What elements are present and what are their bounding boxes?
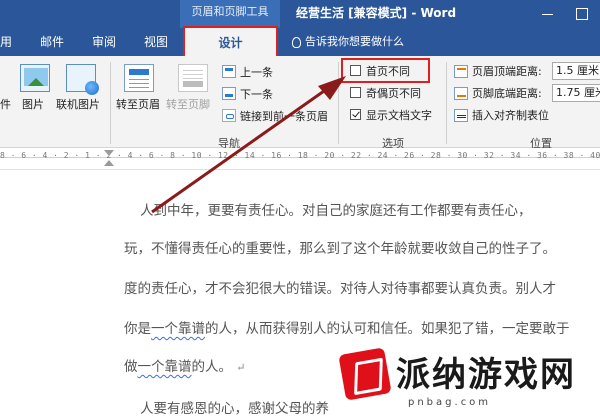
online-picture-icon[interactable] [66, 64, 99, 95]
tell-me-search[interactable]: 告诉我你想要做什么 [292, 28, 404, 56]
header-distance-input[interactable]: 1.5 厘米 [552, 62, 600, 80]
link-to-previous-button[interactable]: 链接到前一条页眉 [240, 108, 328, 124]
picture-icon[interactable] [20, 64, 50, 92]
watermark-url: pnbag.com [408, 397, 492, 408]
first-page-highlight-annotation [341, 58, 430, 83]
ruler-marks: 8 · 6 · 4 · 2 · 1 · 2 · 4 · 6 · 8 · 10 ·… [0, 151, 600, 160]
next-section-icon[interactable] [222, 87, 236, 100]
align-tab-icon[interactable] [454, 109, 468, 122]
odd-even-different-checkbox[interactable] [350, 87, 361, 98]
document-line: 人到中年，更要有责任心。对自己的家庭还有工作都要有责任心， [140, 203, 532, 219]
line-segment: 做 [124, 359, 138, 375]
line-segment: 的人。 [191, 359, 233, 375]
goto-header-icon[interactable] [124, 64, 154, 92]
paragraph-mark-icon: ↵ [236, 361, 246, 374]
header-distance-label: 页眉顶端距离: [472, 65, 542, 78]
spelling-flagged-text: 一个靠谱 [137, 359, 192, 375]
previous-section-icon[interactable] [222, 65, 236, 78]
spelling-flagged-text: 一个靠谱 [151, 321, 205, 337]
document-line: 人要有感恩的心，感谢父母的养 [140, 401, 329, 417]
document-line: 做一个靠谱的人。 ↵ [124, 355, 246, 375]
goto-footer-button: 转至页脚 [166, 98, 210, 111]
lightbulb-icon [292, 36, 301, 48]
tab-view[interactable]: 视图 [144, 28, 168, 56]
goto-footer-icon [178, 64, 208, 92]
document-title: 经营生活 [兼容模式] - Word [296, 6, 457, 20]
tab-mailings[interactable]: 邮件 [40, 28, 64, 56]
odd-even-different-label[interactable]: 奇偶页不同 [366, 85, 421, 101]
line-segment: 你是 [124, 321, 151, 337]
tab-design[interactable]: 设计 [183, 26, 278, 58]
picture-button[interactable]: 图片 [22, 96, 44, 112]
insert-alignment-tab-button[interactable]: 插入对齐制表位 [472, 107, 549, 123]
goto-header-button[interactable]: 转至页眉 [116, 96, 160, 112]
indent-marker-icon[interactable] [104, 150, 114, 170]
show-document-text-label[interactable]: 显示文档文字 [366, 107, 432, 123]
minimize-icon[interactable] [530, 0, 564, 28]
document-line: 玩，不懂得责任心的重要性，那么到了这个年龄就要收敛自己的性子了。 [124, 241, 556, 257]
tab-start[interactable]: 用 [0, 28, 12, 56]
group-separator [110, 62, 111, 144]
tell-me-label: 告诉我你想要做什么 [305, 35, 404, 48]
document-line: 你是一个靠谱的人，从而获得别人的认可和信任。如果犯了错，一定要敢于 [124, 317, 570, 337]
tab-review[interactable]: 审阅 [92, 28, 116, 56]
document-line: 度的责任心，才不会犯很大的错误。对待人对待事都要认真负责。别人才 [124, 281, 556, 297]
ribbon-tabs: 用 邮件 审阅 视图 设计 告诉我你想要做什么 [0, 26, 600, 58]
online-picture-button[interactable]: 联机图片 [56, 96, 100, 112]
site-watermark: 派纳游戏网 pnbag.com [336, 345, 600, 417]
watermark-logo-icon [338, 347, 392, 401]
line-segment: 的人，从而获得别人的认可和信任。如果犯了错，一定要敢于 [205, 321, 570, 337]
group-separator [338, 62, 339, 144]
context-tab-header: 页眉和页脚工具 [180, 0, 280, 28]
title-bar: 页眉和页脚工具 经营生活 [兼容模式] - Word [0, 0, 600, 28]
maximize-icon[interactable] [564, 0, 598, 28]
previous-section-button[interactable]: 上一条 [240, 64, 273, 80]
footer-distance-label: 页脚底端距离: [472, 87, 542, 100]
next-section-button[interactable]: 下一条 [240, 86, 273, 102]
watermark-text: 派纳游戏网 [396, 355, 576, 395]
group-separator [446, 62, 447, 144]
horizontal-ruler[interactable]: 8 · 6 · 4 · 2 · 1 · 2 · 4 · 6 · 8 · 10 ·… [0, 148, 600, 170]
link-previous-icon[interactable] [222, 109, 236, 122]
footer-position-icon [454, 87, 468, 100]
insert-partial-label[interactable]: 件 [0, 96, 11, 112]
header-position-icon [454, 65, 468, 78]
footer-distance-input[interactable]: 1.75 厘米 [552, 84, 600, 102]
show-document-text-checkbox[interactable] [350, 109, 361, 120]
